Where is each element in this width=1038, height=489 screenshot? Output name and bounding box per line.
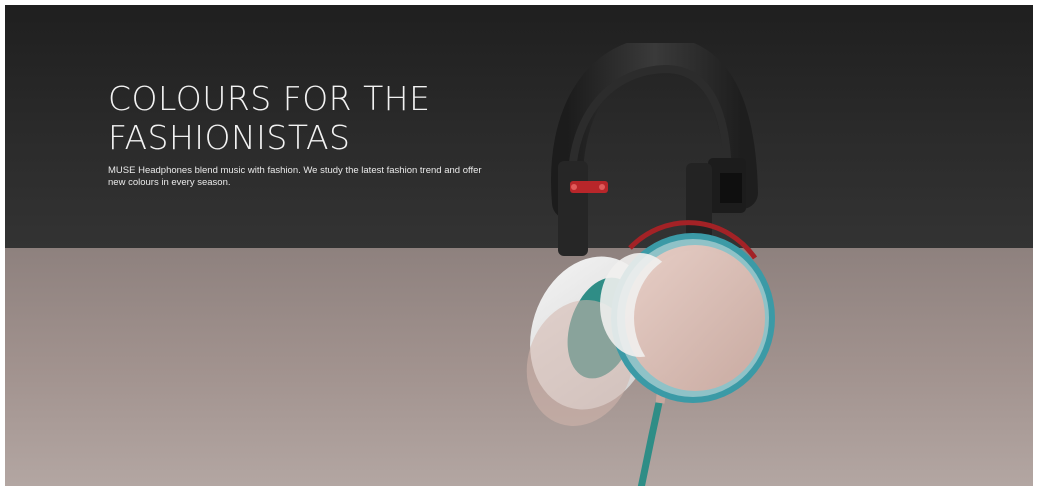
hero-description: MUSE Headphones blend music with fashion… (108, 165, 482, 188)
hero-title-line-1: COLOURS FOR THE (108, 79, 431, 118)
cable (637, 397, 664, 486)
hero-title: COLOURS FOR THE FASHIONISTAS (108, 79, 528, 157)
left-hinge (558, 161, 588, 256)
headphones-illustration (526, 43, 775, 486)
right-earcup-face (634, 250, 762, 386)
hero-title-line-2: FASHIONISTAS (108, 118, 351, 157)
hero-banner: COLOURS FOR THE FASHIONISTAS MUSE Headph… (5, 5, 1033, 486)
headphones-product-image (510, 43, 790, 486)
